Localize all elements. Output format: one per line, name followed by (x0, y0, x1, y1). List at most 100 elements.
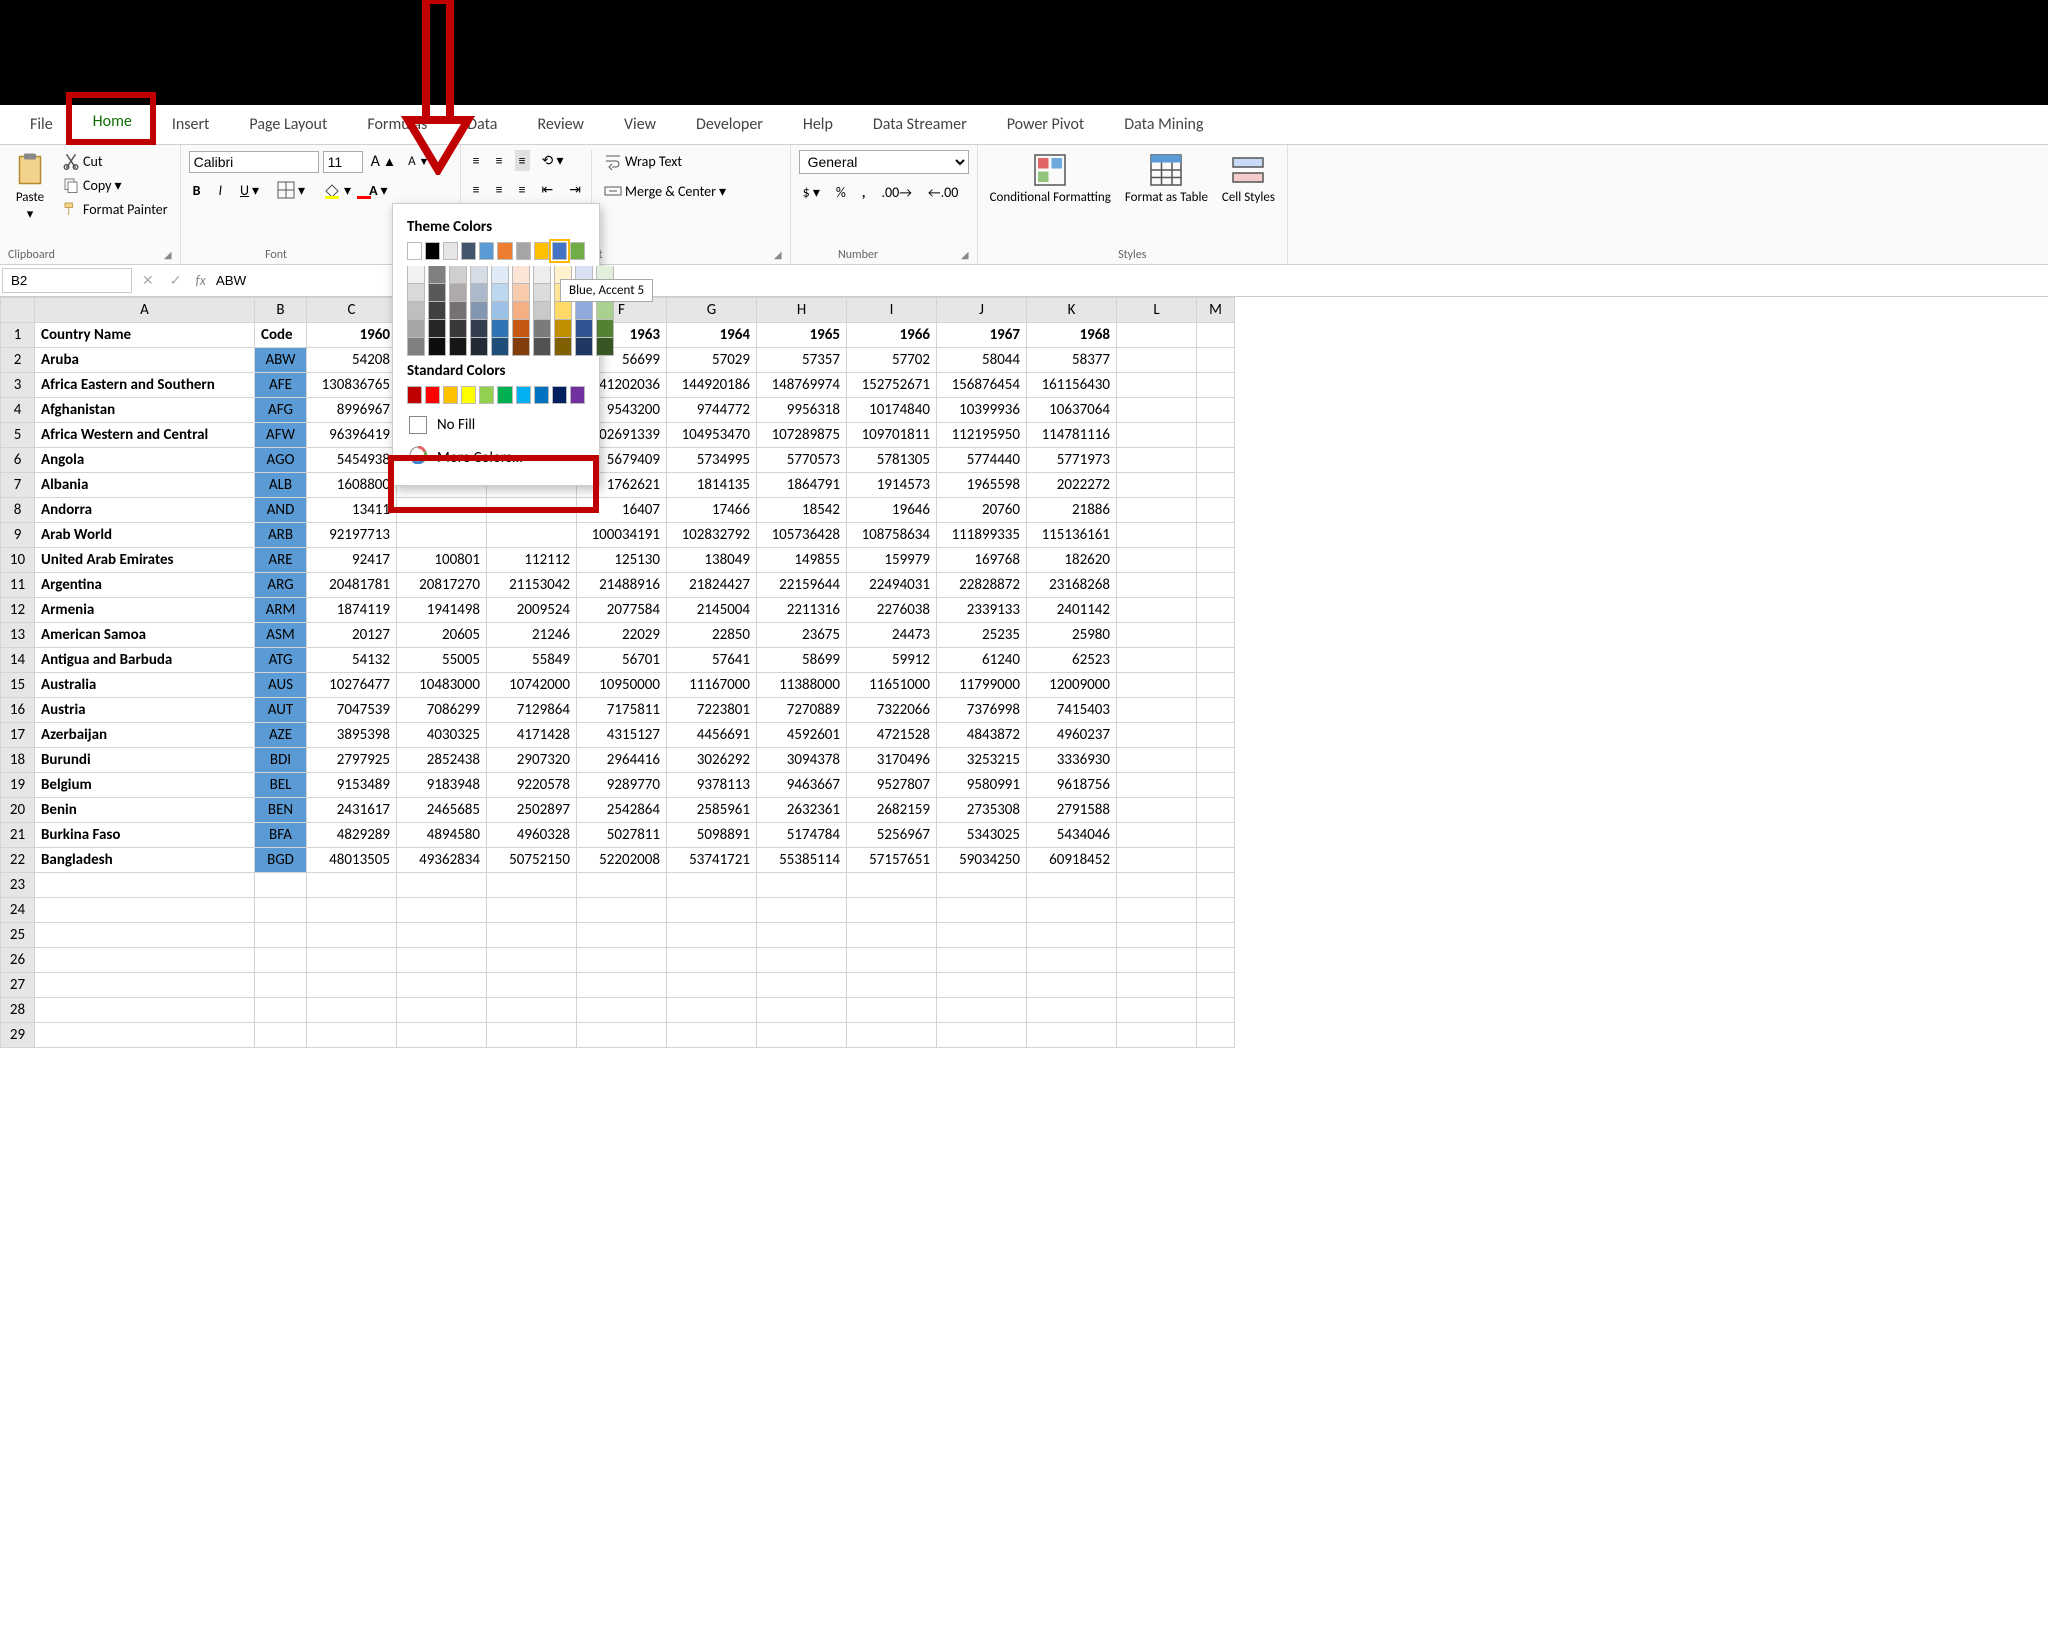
italic-button[interactable]: I (214, 180, 226, 201)
grid[interactable]: ABCDEFGHIJKLM1Country NameCode1960196319… (0, 297, 1235, 1048)
cell[interactable]: 55005 (397, 648, 487, 673)
color-swatch[interactable] (449, 320, 467, 338)
color-swatch[interactable] (533, 320, 551, 338)
cell[interactable] (1197, 373, 1235, 398)
cell[interactable]: 20127 (307, 623, 397, 648)
cell[interactable]: Arab World (35, 523, 255, 548)
cell[interactable]: 9580991 (937, 773, 1027, 798)
tab-data-mining[interactable]: Data Mining (1104, 107, 1223, 144)
cell[interactable]: 23675 (757, 623, 847, 648)
cell[interactable]: 5174784 (757, 823, 847, 848)
cell[interactable]: 25980 (1027, 623, 1117, 648)
color-swatch[interactable] (407, 284, 425, 302)
cell[interactable]: 20481781 (307, 573, 397, 598)
cell[interactable]: 59912 (847, 648, 937, 673)
cell[interactable]: Africa Western and Central (35, 423, 255, 448)
color-swatch[interactable] (428, 266, 446, 284)
cell[interactable] (1117, 1023, 1197, 1048)
cell[interactable]: 2907320 (487, 748, 577, 773)
cell[interactable] (487, 973, 577, 998)
cell[interactable]: 5454938 (307, 448, 397, 473)
cell[interactable]: 4030325 (397, 723, 487, 748)
cell[interactable]: ARE (255, 548, 307, 573)
enter-formula-icon[interactable]: ✓ (162, 272, 190, 289)
color-swatch[interactable] (533, 338, 551, 356)
cell[interactable] (847, 873, 937, 898)
color-swatch[interactable] (425, 242, 440, 260)
cell[interactable] (1197, 398, 1235, 423)
cell[interactable] (1117, 323, 1197, 348)
cell[interactable] (1197, 773, 1235, 798)
borders-button[interactable]: ▾ (273, 179, 309, 201)
color-swatch[interactable] (407, 338, 425, 356)
color-swatch[interactable] (428, 320, 446, 338)
increase-indent-button[interactable]: ⇥ (565, 179, 585, 200)
cell[interactable] (1117, 948, 1197, 973)
cell[interactable] (757, 998, 847, 1023)
cell[interactable] (1197, 323, 1235, 348)
cell[interactable]: Armenia (35, 598, 255, 623)
cell[interactable]: 5770573 (757, 448, 847, 473)
cell[interactable]: Country Name (35, 323, 255, 348)
cell[interactable] (307, 998, 397, 1023)
cell[interactable]: 9463667 (757, 773, 847, 798)
cell[interactable]: 2276038 (847, 598, 937, 623)
align-left-button[interactable]: ≡ (469, 179, 484, 200)
cell[interactable]: 9289770 (577, 773, 667, 798)
cell[interactable]: 8996967 (307, 398, 397, 423)
cell[interactable]: 109701811 (847, 423, 937, 448)
row-header[interactable]: 18 (1, 748, 35, 773)
cell[interactable]: 2791588 (1027, 798, 1117, 823)
cell[interactable] (1117, 973, 1197, 998)
cell[interactable]: 10742000 (487, 673, 577, 698)
color-swatch[interactable] (449, 284, 467, 302)
cell[interactable]: 57641 (667, 648, 757, 673)
color-swatch[interactable] (461, 242, 476, 260)
color-swatch[interactable] (443, 242, 458, 260)
cell[interactable] (35, 973, 255, 998)
cell[interactable] (937, 973, 1027, 998)
cell[interactable]: ASM (255, 623, 307, 648)
cell[interactable]: Andorra (35, 498, 255, 523)
col-header-K[interactable]: K (1027, 298, 1117, 323)
color-swatch[interactable] (491, 338, 509, 356)
cell[interactable]: 48013505 (307, 848, 397, 873)
cell[interactable] (1027, 873, 1117, 898)
orientation-button[interactable]: ⟲ ▾ (538, 150, 568, 171)
color-swatch[interactable] (479, 242, 494, 260)
cell[interactable]: 5343025 (937, 823, 1027, 848)
cell[interactable] (397, 498, 487, 523)
cell[interactable] (1117, 573, 1197, 598)
color-swatch[interactable] (596, 338, 614, 356)
color-swatch[interactable] (512, 320, 530, 338)
cell[interactable]: Albania (35, 473, 255, 498)
cell[interactable]: ARB (255, 523, 307, 548)
cell[interactable] (487, 1023, 577, 1048)
cell[interactable] (847, 1023, 937, 1048)
align-middle-button[interactable]: ≡ (492, 150, 507, 171)
cell[interactable]: 2632361 (757, 798, 847, 823)
cell[interactable]: 2339133 (937, 598, 1027, 623)
cell[interactable] (667, 923, 757, 948)
cell[interactable]: 2431617 (307, 798, 397, 823)
color-swatch[interactable] (512, 284, 530, 302)
cell[interactable] (1197, 748, 1235, 773)
cell[interactable] (255, 948, 307, 973)
cell[interactable] (757, 873, 847, 898)
cell[interactable]: 54208 (307, 348, 397, 373)
tab-home[interactable]: Home (73, 104, 152, 144)
cell[interactable]: 12009000 (1027, 673, 1117, 698)
cell[interactable] (255, 923, 307, 948)
cell[interactable] (1197, 423, 1235, 448)
cell[interactable]: 1814135 (667, 473, 757, 498)
cell[interactable]: 148769974 (757, 373, 847, 398)
cell[interactable] (937, 948, 1027, 973)
cell[interactable] (1117, 798, 1197, 823)
row-header[interactable]: 9 (1, 523, 35, 548)
cell[interactable] (1197, 548, 1235, 573)
cell[interactable]: 92417 (307, 548, 397, 573)
cell[interactable] (255, 973, 307, 998)
cell[interactable]: 149855 (757, 548, 847, 573)
color-swatch[interactable] (554, 320, 572, 338)
cell[interactable]: 7175811 (577, 698, 667, 723)
